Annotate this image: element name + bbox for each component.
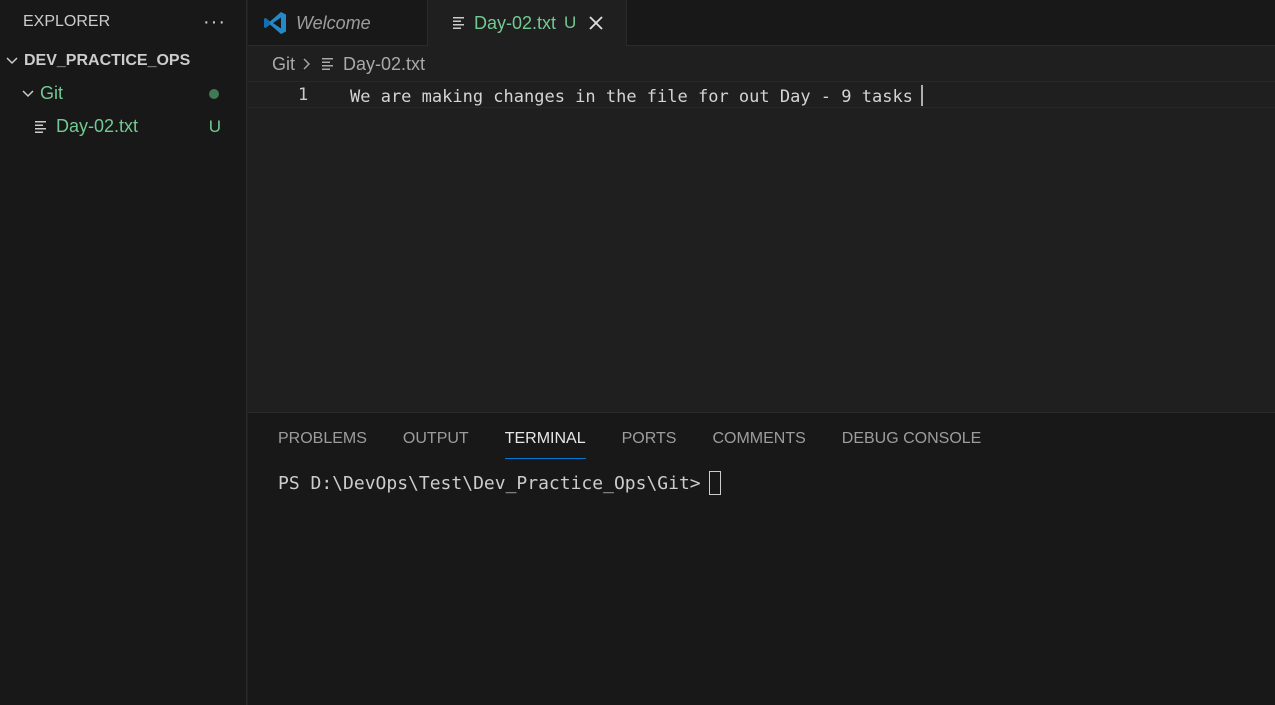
- chevron-right-icon: [303, 58, 311, 70]
- tab-day-02-label: Day-02.txt: [474, 12, 557, 33]
- workspace-root[interactable]: DEV_PRACTICE_OPS: [0, 44, 246, 77]
- terminal-cursor: [708, 471, 721, 495]
- tab-welcome[interactable]: Welcome: [248, 0, 428, 46]
- text-file-icon: [35, 120, 46, 133]
- text-file-icon: [322, 58, 334, 70]
- explorer-title: EXPLORER: [23, 13, 111, 30]
- tab-day-02[interactable]: Day-02.txt U: [428, 0, 627, 46]
- tab-ports[interactable]: PORTS: [622, 413, 677, 465]
- editor-line-text[interactable]: We are making changes in the file for ou…: [350, 85, 923, 107]
- file-day-02-label: Day-02.txt: [56, 116, 139, 136]
- close-icon[interactable]: [588, 15, 604, 31]
- panel-tabs: PROBLEMS OUTPUT TERMINAL PORTS COMMENTS …: [248, 413, 1275, 465]
- tab-problems[interactable]: PROBLEMS: [278, 413, 367, 465]
- more-actions-icon[interactable]: ···: [203, 12, 226, 32]
- tab-welcome-label: Welcome: [296, 12, 371, 33]
- bottom-panel: PROBLEMS OUTPUT TERMINAL PORTS COMMENTS …: [248, 412, 1275, 705]
- tab-untracked-badge: U: [564, 13, 577, 32]
- terminal-prompt: PS D:\DevOps\Test\Dev_Practice_Ops\Git>: [278, 472, 701, 494]
- chevron-down-icon: [6, 56, 18, 64]
- breadcrumb: Git Day-02.txt: [272, 50, 425, 78]
- editor-current-line[interactable]: 1 We are making changes in the file for …: [248, 81, 1275, 108]
- explorer-sidebar: EXPLORER ··· DEV_PRACTICE_OPS Git Day-02: [0, 0, 247, 705]
- text-caret: [920, 85, 923, 106]
- folder-git-label: Git: [40, 83, 64, 103]
- line-number: 1: [298, 85, 309, 105]
- line-content: We are making changes in the file for ou…: [350, 87, 913, 107]
- tab-comments[interactable]: COMMENTS: [712, 413, 805, 465]
- text-file-icon: [453, 17, 464, 29]
- modified-dot-icon: [209, 89, 219, 99]
- tab-terminal[interactable]: TERMINAL: [504, 413, 586, 465]
- chevron-down-icon: [22, 89, 34, 97]
- terminal-prompt-line[interactable]: PS D:\DevOps\Test\Dev_Practice_Ops\Git>: [278, 471, 721, 495]
- breadcrumb-folder[interactable]: Git: [272, 54, 295, 75]
- editor-tabs: Welcome Day-02.txt U: [248, 0, 1275, 46]
- tab-output[interactable]: OUTPUT: [403, 413, 469, 465]
- folder-git[interactable]: Git: [0, 77, 246, 110]
- vscode-icon: [264, 12, 286, 34]
- workspace-root-label: DEV_PRACTICE_OPS: [24, 51, 191, 69]
- explorer-header: EXPLORER ···: [0, 0, 246, 44]
- untracked-badge: U: [208, 116, 221, 136]
- file-day-02[interactable]: Day-02.txt U: [0, 110, 246, 143]
- vscode-window: EXPLORER ··· DEV_PRACTICE_OPS Git Day-02: [0, 0, 1275, 705]
- breadcrumb-file[interactable]: Day-02.txt: [343, 54, 425, 75]
- tab-debug-console[interactable]: DEBUG CONSOLE: [842, 413, 982, 465]
